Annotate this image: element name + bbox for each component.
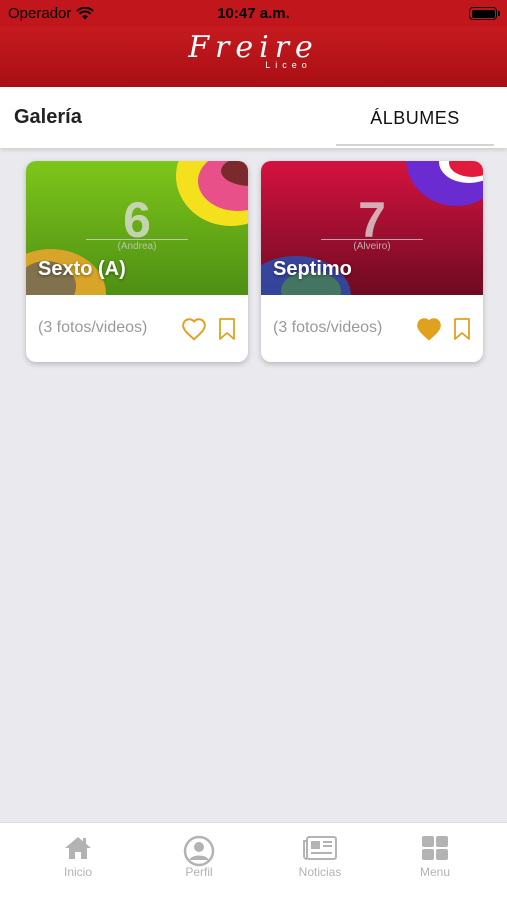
tab-label: Inicio [63,865,92,879]
album-count: (3 fotos/videos) [38,319,148,336]
cover-subtitle: (Alveiro) [353,241,391,252]
newspaper-icon [303,836,337,860]
heart-icon[interactable] [181,317,207,341]
tab-albums-label: ÁLBUMES [370,108,460,128]
home-icon [65,837,91,859]
heart-filled-icon[interactable] [416,317,442,341]
status-bar: Operador 10:47 a.m. [0,0,507,27]
tab-noticias[interactable]: Noticias [270,835,370,879]
bottom-tab-bar: Inicio Perfil Noticias Menu [0,822,507,900]
card-footer: (3 fotos/videos) [26,295,248,362]
page-title: Galería [14,106,82,128]
cover-divider [86,239,188,240]
bookmark-icon[interactable] [453,317,471,341]
album-card[interactable]: 6 (Andrea) Sexto (A) (3 fotos/videos) [26,161,248,362]
grid-icon [422,836,448,860]
album-cover[interactable]: 7 (Alveiro) Septimo [261,161,483,295]
battery-icon [469,7,500,20]
logo-sub: Liceo [265,60,312,70]
tab-label: Menu [419,865,451,879]
tab-menu[interactable]: Menu [385,835,485,879]
tab-perfil[interactable]: Perfil [149,835,249,879]
album-card[interactable]: 7 (Alveiro) Septimo (3 fotos/videos) [261,161,483,362]
cover-divider [321,239,423,240]
tab-albums[interactable]: ÁLBUMES [336,87,494,148]
profile-icon [183,835,215,867]
album-cover[interactable]: 6 (Andrea) Sexto (A) [26,161,248,295]
school-logo: Freire Liceo [0,32,507,71]
album-title: Sexto (A) [38,258,126,280]
album-count: (3 fotos/videos) [273,319,383,336]
album-title: Septimo [273,258,352,280]
card-footer: (3 fotos/videos) [261,295,483,362]
tab-label: Noticias [298,865,342,879]
tab-inicio[interactable]: Inicio [28,835,128,879]
cover-subtitle: (Andrea) [117,241,157,252]
tab-label: Perfil [185,865,213,879]
tab-underline [336,144,494,146]
status-time: 10:47 a.m. [217,5,290,22]
gallery-header: Galería ÁLBUMES [0,87,507,148]
brand-header: Freire Liceo [0,27,507,87]
bookmark-icon[interactable] [218,317,236,341]
